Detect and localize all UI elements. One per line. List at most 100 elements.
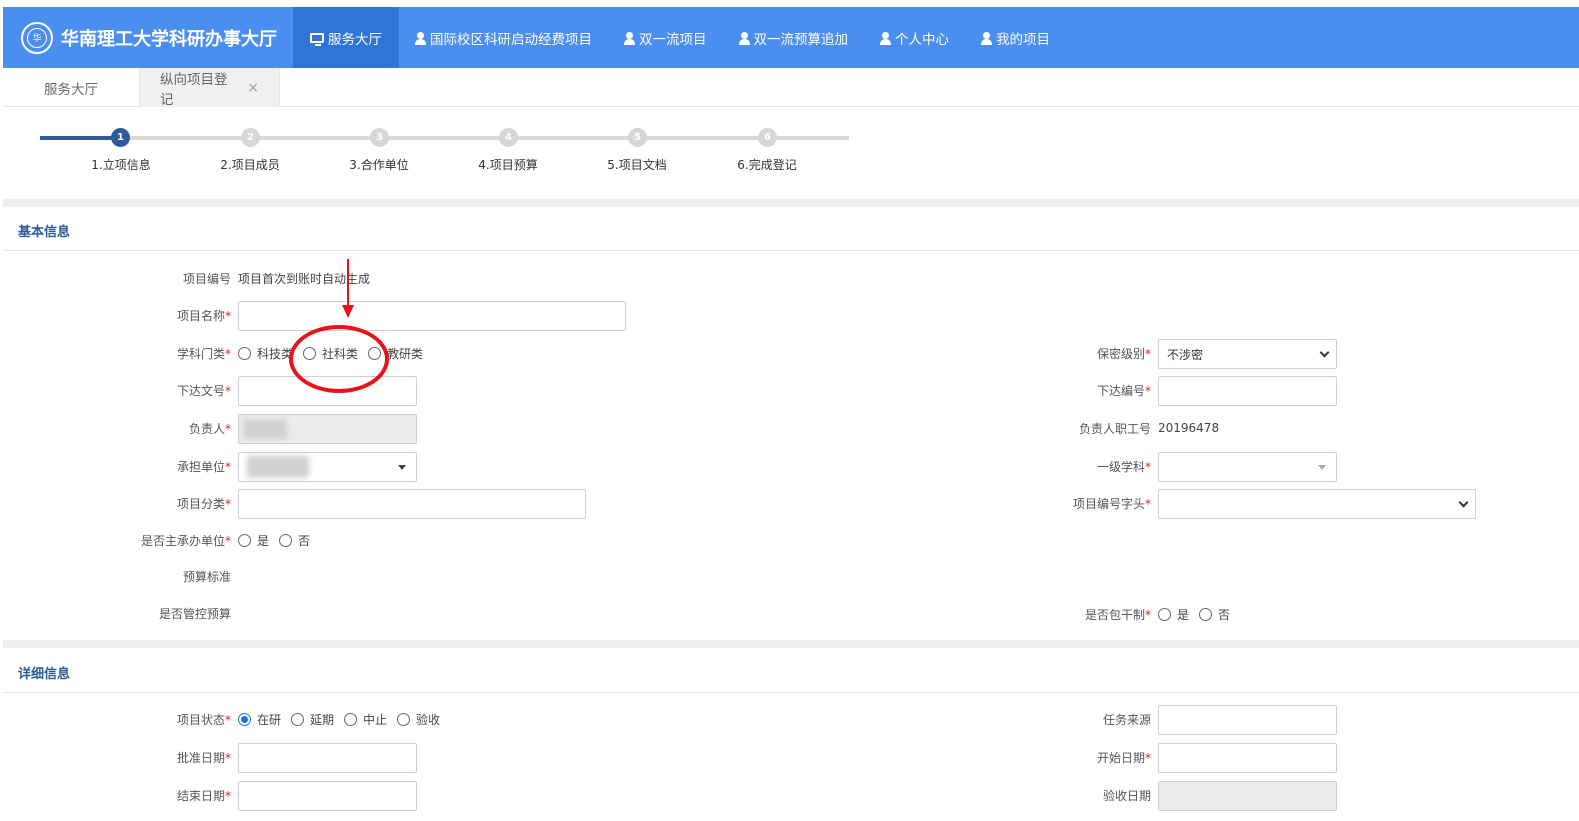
radio-button[interactable] xyxy=(397,713,411,726)
brand[interactable]: 华 华南理工大学科研办事大厅 xyxy=(21,7,277,68)
tab-label: 纵向项目登记 xyxy=(160,71,228,108)
radio-button[interactable] xyxy=(344,713,358,726)
required-mark: * xyxy=(225,347,231,361)
nav-item-intl-campus-funds[interactable]: 国际校区科研启动经费项目 xyxy=(399,7,608,68)
required-mark: * xyxy=(225,751,231,765)
annotation-arrow-head-icon xyxy=(342,305,354,318)
required-mark: * xyxy=(1145,751,1151,765)
basic-info-header: 基本信息 xyxy=(3,207,1579,251)
nav-item-label: 服务大厅 xyxy=(328,31,382,48)
progress-stepper: 1 1.立项信息 2 2.项目成员 3 3.合作单位 4 4.项目预算 5 5.… xyxy=(3,107,1579,199)
issue-no-input[interactable] xyxy=(1158,376,1337,406)
project-name-input[interactable] xyxy=(238,301,626,331)
user-icon xyxy=(624,31,635,45)
detail-info-title: 详细信息 xyxy=(18,667,71,682)
lump-sum-radio-group: 是 否 xyxy=(1158,606,1240,623)
start-date-input[interactable] xyxy=(1158,743,1337,773)
label-text: 是否主承办单位 xyxy=(140,534,225,548)
nav-item-my-projects[interactable]: 我的项目 xyxy=(965,7,1066,68)
nav-item-personal-center[interactable]: 个人中心 xyxy=(864,7,965,68)
primary-subject-select[interactable] xyxy=(1158,452,1337,482)
status-label: 项目状态* xyxy=(103,711,231,728)
step-6-label: 6.完成登记 xyxy=(737,158,797,172)
nav-item-service-hall[interactable]: 服务大厅 xyxy=(293,7,399,68)
lump-sum-label: 是否包干制* xyxy=(1023,606,1151,623)
start-date-label: 开始日期* xyxy=(1023,749,1151,766)
required-mark: * xyxy=(1145,460,1151,474)
step-4-label: 4.项目预算 xyxy=(478,158,538,172)
category-input[interactable] xyxy=(238,489,586,519)
brand-title: 华南理工大学科研办事大厅 xyxy=(61,28,277,50)
label-text: 一级学科 xyxy=(1096,460,1145,474)
secrecy-select[interactable]: 不涉密 xyxy=(1158,339,1337,369)
required-mark: * xyxy=(225,789,231,803)
discipline-option-sci-tech[interactable]: 科技类 xyxy=(238,345,293,362)
nav-item-budget-addition[interactable]: 双一流预算追加 xyxy=(723,7,865,68)
host-unit-yes[interactable]: 是 xyxy=(238,532,269,549)
status-option-extended[interactable]: 延期 xyxy=(291,711,334,728)
annotation-circle xyxy=(289,325,389,393)
label-text: 项目状态 xyxy=(176,713,225,727)
radio-button[interactable] xyxy=(279,534,293,547)
nav-item-label: 双一流项目 xyxy=(639,31,707,48)
task-source-input[interactable] xyxy=(1158,705,1337,735)
step-line-done xyxy=(40,136,120,140)
step-6-dot[interactable]: 6 xyxy=(758,128,777,147)
close-icon[interactable]: × xyxy=(247,80,259,96)
tab-vertical-project-registration[interactable]: 纵向项目登记 × xyxy=(140,68,280,108)
label-text: 项目名称 xyxy=(176,309,225,323)
step-2-dot[interactable]: 2 xyxy=(241,128,260,147)
chevron-down-icon xyxy=(1458,497,1469,508)
option-label: 否 xyxy=(1218,608,1231,622)
nav-item-label: 我的项目 xyxy=(996,31,1050,48)
project-no-value: 项目首次到账时自动生成 xyxy=(238,272,371,286)
required-mark: * xyxy=(1145,347,1151,361)
nav-menu: 服务大厅 国际校区科研启动经费项目 双一流项目 双一流预算追加 个人中心 我的项… xyxy=(293,7,1066,68)
radio-button[interactable] xyxy=(1158,608,1171,621)
option-label: 在研 xyxy=(257,713,282,727)
required-mark: * xyxy=(225,384,231,398)
tab-bar: 服务大厅 纵向项目登记 × xyxy=(3,68,1579,108)
status-option-active[interactable]: 在研 xyxy=(238,711,281,728)
redacted-leader-name xyxy=(243,419,287,439)
chevron-down-icon xyxy=(1319,347,1330,358)
discipline-label: 学科门类* xyxy=(103,345,231,362)
doc-no-label: 下达文号* xyxy=(103,382,231,399)
secrecy-label: 保密级别* xyxy=(1023,345,1151,362)
label-text: 结束日期 xyxy=(176,789,225,803)
step-1-dot[interactable]: 1 xyxy=(111,128,130,147)
step-5-dot[interactable]: 5 xyxy=(628,128,647,147)
nav-item-double-first-class[interactable]: 双一流项目 xyxy=(608,7,723,68)
end-date-input[interactable] xyxy=(238,781,417,811)
user-icon xyxy=(981,31,992,45)
radio-button[interactable] xyxy=(238,534,251,547)
radio-button[interactable] xyxy=(291,713,305,726)
approve-date-input[interactable] xyxy=(238,743,417,773)
accept-date-input xyxy=(1158,781,1337,811)
section-divider xyxy=(3,640,1579,648)
end-date-label: 结束日期* xyxy=(103,787,231,804)
tab-service-hall[interactable]: 服务大厅 xyxy=(3,68,140,107)
detail-info-header: 详细信息 xyxy=(3,649,1579,693)
label-text: 承担单位 xyxy=(176,460,225,474)
step-2-label: 2.项目成员 xyxy=(220,158,280,172)
lump-sum-no[interactable]: 否 xyxy=(1199,606,1230,623)
required-mark: * xyxy=(1145,608,1151,622)
status-option-accepted[interactable]: 验收 xyxy=(397,711,440,728)
radio-button[interactable] xyxy=(1199,608,1213,621)
prefix-select[interactable] xyxy=(1158,489,1476,519)
radio-button[interactable] xyxy=(238,347,251,360)
required-mark: * xyxy=(225,713,231,727)
status-option-suspended[interactable]: 中止 xyxy=(344,711,387,728)
radio-button[interactable] xyxy=(238,713,251,726)
host-unit-no[interactable]: 否 xyxy=(279,532,310,549)
required-mark: * xyxy=(225,309,231,323)
page-frame: 华 华南理工大学科研办事大厅 服务大厅 国际校区科研启动经费项目 双一流项目 双… xyxy=(3,7,1579,821)
option-label: 教研类 xyxy=(387,347,424,361)
step-3-dot[interactable]: 3 xyxy=(370,128,389,147)
step-4-dot[interactable]: 4 xyxy=(499,128,518,147)
host-unit-radio-group: 是 否 xyxy=(238,532,320,549)
option-label: 延期 xyxy=(310,713,335,727)
required-mark: * xyxy=(225,534,231,548)
lump-sum-yes[interactable]: 是 xyxy=(1158,606,1189,623)
